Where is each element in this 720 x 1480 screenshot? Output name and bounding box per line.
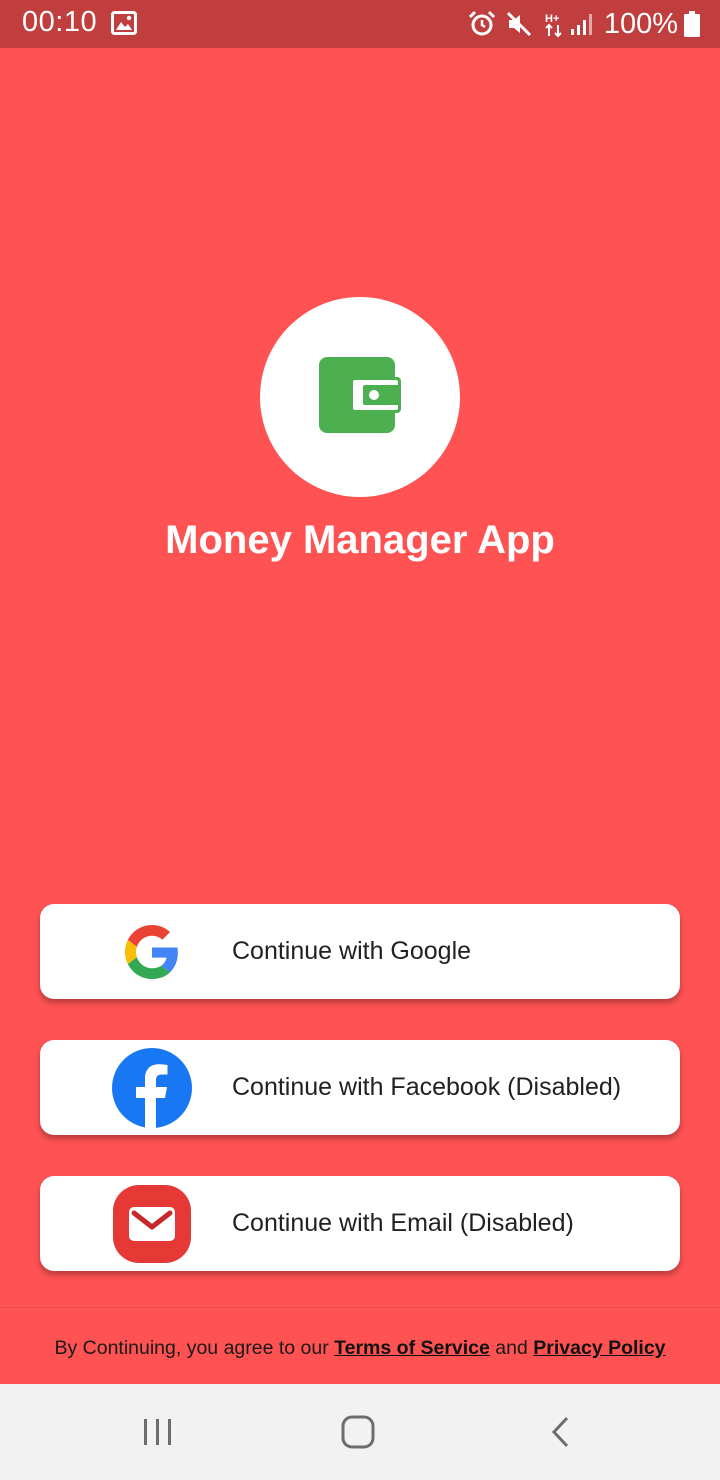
legal-notice: By Continuing, you agree to our Terms of… — [0, 1337, 720, 1360]
terms-of-service-link[interactable]: Terms of Service — [334, 1337, 490, 1359]
facebook-button-label: Continue with Facebook (Disabled) — [232, 1073, 622, 1101]
email-button-label: Continue with Email (Disabled) — [232, 1209, 574, 1237]
status-bar: 00:10 H+ 100% — [0, 0, 720, 48]
battery-icon — [684, 11, 700, 37]
system-nav-bar — [0, 1384, 720, 1480]
battery-percent: 100% — [603, 7, 678, 40]
signal-icon — [570, 12, 594, 36]
google-button-label: Continue with Google — [232, 937, 472, 965]
status-time: 00:10 — [22, 6, 98, 38]
legal-prefix: By Continuing, you agree to our — [54, 1337, 329, 1359]
gallery-icon — [111, 11, 137, 40]
continue-with-email-button[interactable]: Continue with Email (Disabled) — [40, 1176, 680, 1271]
network-label: H+ — [545, 13, 559, 25]
hplus-icon: H+ — [544, 10, 564, 38]
status-icons: H+ 100% — [468, 0, 700, 48]
mute-icon — [506, 11, 532, 37]
legal-conjunction: and — [495, 1337, 528, 1359]
app-logo — [260, 297, 460, 497]
continue-with-facebook-button[interactable]: Continue with Facebook (Disabled) — [40, 1040, 680, 1135]
divider — [0, 1307, 720, 1308]
google-icon — [112, 912, 192, 992]
privacy-policy-link[interactable]: Privacy Policy — [533, 1337, 665, 1359]
facebook-icon — [112, 1048, 192, 1128]
alarm-icon — [468, 10, 496, 38]
continue-with-google-button[interactable]: Continue with Google — [40, 904, 680, 999]
email-icon — [112, 1184, 192, 1264]
recents-icon[interactable] — [120, 1384, 196, 1480]
wallet-icon — [319, 356, 401, 438]
back-icon[interactable] — [522, 1384, 598, 1480]
home-icon[interactable] — [320, 1384, 396, 1480]
app-title: Money Manager App — [165, 518, 555, 562]
